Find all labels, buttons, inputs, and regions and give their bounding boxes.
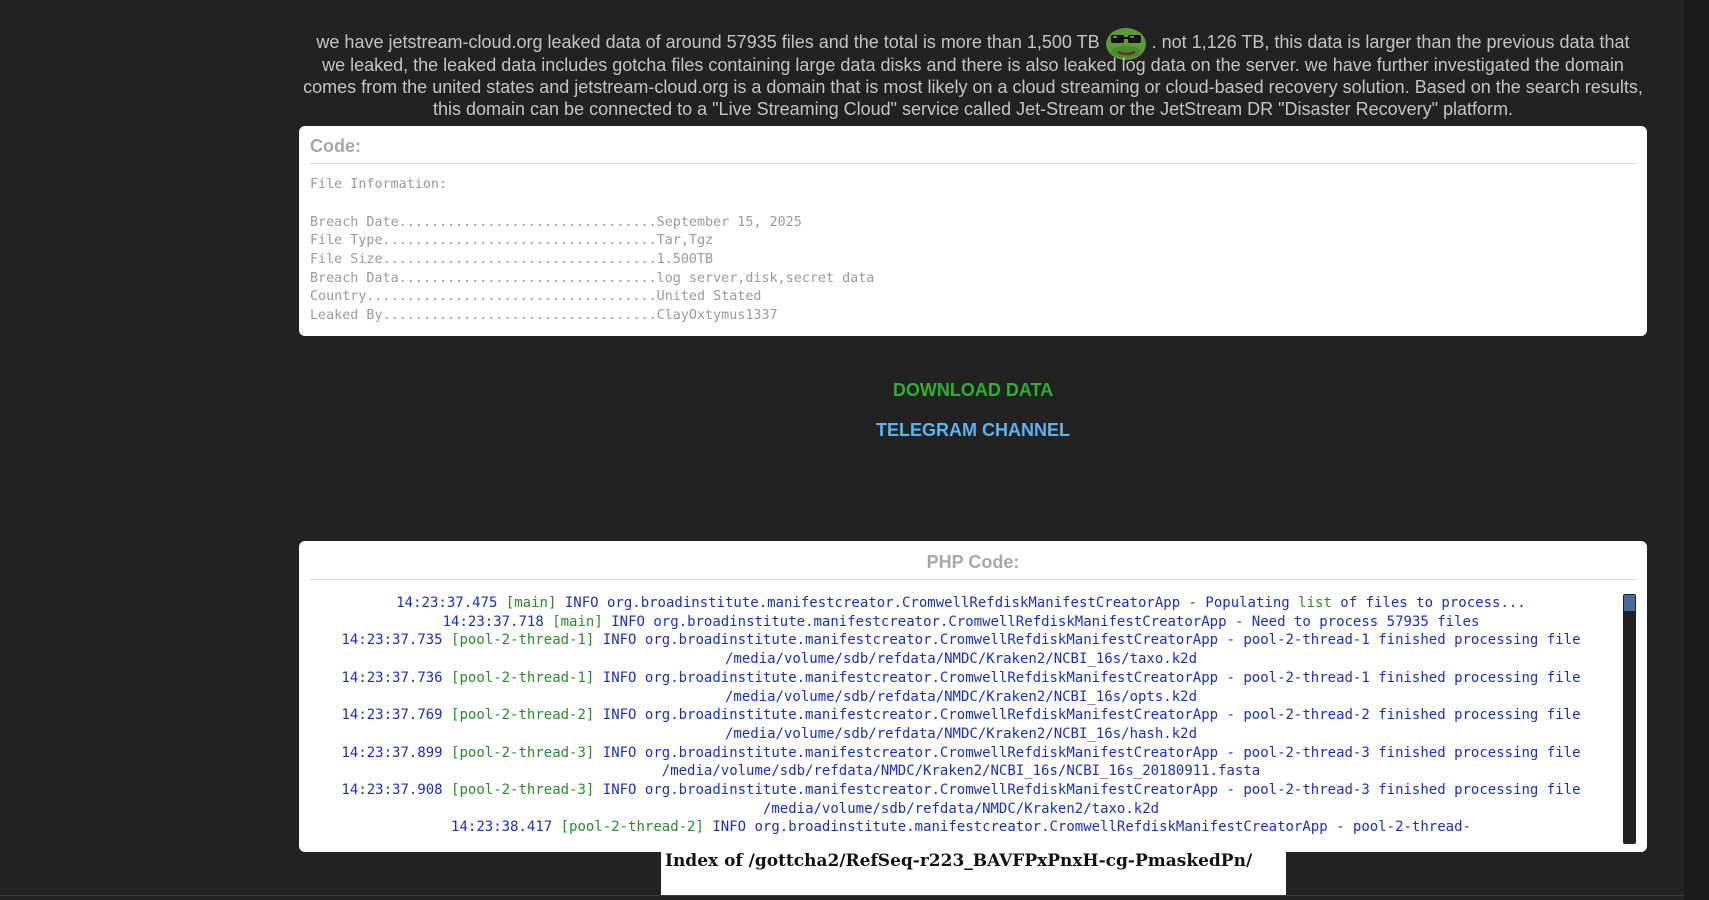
intro-paragraph: we have jetstream-cloud.org leaked data … bbox=[299, 0, 1647, 120]
log-thread: [pool-2-thread-2] bbox=[560, 819, 704, 836]
log-thread: [pool-2-thread-3] bbox=[451, 782, 595, 799]
log-message: INFO org.broadinstitute.manifestcreator.… bbox=[703, 819, 1471, 836]
log-line: 14:23:38.417 [pool-2-thread-2] INFO org.… bbox=[310, 818, 1612, 837]
log-message: INFO org.broadinstitute.manifestcreator.… bbox=[594, 669, 1581, 705]
file-info-label: Breach Date.............................… bbox=[310, 214, 657, 230]
log-message: INFO org.broadinstitute.manifestcreator.… bbox=[602, 613, 1480, 630]
log-line: 14:23:37.899 [pool-2-thread-3] INFO org.… bbox=[310, 744, 1612, 781]
log-timestamp: 14:23:37.475 bbox=[396, 595, 506, 611]
log-message: INFO org.broadinstitute.manifestcreator.… bbox=[594, 632, 1581, 668]
log-message: INFO org.broadinstitute.manifestcreator.… bbox=[594, 782, 1581, 817]
log-timestamp: 14:23:37.735 bbox=[341, 632, 452, 649]
log-line: 14:23:37.908 [pool-2-thread-3] INFO org.… bbox=[310, 781, 1612, 818]
file-info-label: File Size...............................… bbox=[310, 252, 657, 268]
file-info-heading: File Information: bbox=[310, 177, 448, 193]
file-info-value: United Stated bbox=[656, 289, 762, 305]
file-info-label: Leaked By...............................… bbox=[310, 308, 657, 324]
file-info-value: September 15, 2025 bbox=[656, 214, 802, 230]
log-scroll-thumb[interactable] bbox=[1624, 595, 1635, 611]
log-timestamp: 14:23:37.908 bbox=[341, 782, 452, 799]
intro-text-part1: we have jetstream-cloud.org leaked data … bbox=[316, 32, 1100, 52]
log-viewport[interactable]: 14:23:37.475 [main] INFO org.broadinstit… bbox=[310, 594, 1636, 852]
log-message: INFO org.broadinstitute.manifestcreator.… bbox=[594, 744, 1581, 780]
log-thread: [main] bbox=[552, 613, 603, 630]
log-thread: [pool-2-thread-1] bbox=[451, 632, 595, 649]
code-box-title: Code: bbox=[310, 136, 1636, 165]
log-thread: [pool-2-thread-1] bbox=[451, 669, 595, 686]
download-data-link[interactable]: DOWNLOAD DATA bbox=[893, 380, 1053, 401]
log-line: 14:23:37.718 [main] INFO org.broadinstit… bbox=[310, 613, 1612, 632]
file-info-row: File Type...............................… bbox=[310, 233, 713, 248]
log-line: 14:23:37.735 [pool-2-thread-1] INFO org.… bbox=[310, 631, 1612, 668]
file-info-value: Tar,Tgz bbox=[656, 233, 714, 249]
code-box: Code: File Information: Breach Date.....… bbox=[299, 126, 1647, 336]
file-info-label: Country.................................… bbox=[310, 289, 657, 305]
log-keyword: list bbox=[1298, 595, 1332, 611]
php-code-box: PHP Code: 14:23:37.475 [main] INFO org.b… bbox=[299, 541, 1647, 852]
file-info-row: Breach Date.............................… bbox=[310, 215, 802, 230]
log-timestamp: 14:23:37.899 bbox=[341, 744, 452, 761]
log-thread: [pool-2-thread-3] bbox=[451, 744, 595, 761]
log-timestamp: 14:23:38.417 bbox=[451, 819, 561, 836]
log-scrollbar[interactable] bbox=[1623, 594, 1636, 844]
php-code-title: PHP Code: bbox=[310, 552, 1636, 580]
file-info-row: File Size...............................… bbox=[310, 252, 713, 267]
log-line: 14:23:37.736 [pool-2-thread-1] INFO org.… bbox=[310, 669, 1612, 706]
log-message: INFO org.broadinstitute.manifestcreator.… bbox=[556, 595, 1299, 611]
log-timestamp: 14:23:37.769 bbox=[341, 707, 452, 724]
directory-index-title: Index of /gottcha2/RefSeq-r223_BAVFPxPnx… bbox=[661, 852, 1286, 895]
log-thread: [pool-2-thread-2] bbox=[451, 707, 595, 724]
file-info-label: Breach Data.............................… bbox=[310, 270, 657, 286]
log-line: 14:23:37.475 [main] INFO org.broadinstit… bbox=[310, 594, 1612, 613]
bottom-divider bbox=[0, 895, 1684, 896]
page-edge-strip bbox=[1684, 0, 1709, 900]
log-timestamp: 14:23:37.718 bbox=[442, 613, 553, 630]
log-thread: [main] bbox=[505, 595, 557, 611]
log-timestamp: 14:23:37.736 bbox=[341, 669, 452, 686]
file-info-rows: Breach Date.............................… bbox=[310, 215, 874, 324]
file-info-value: 1.500TB bbox=[656, 252, 714, 268]
log-message-tail: of files to process... bbox=[1331, 595, 1526, 611]
file-info-row: Breach Data.............................… bbox=[310, 271, 874, 286]
telegram-channel-link[interactable]: TELEGRAM CHANNEL bbox=[876, 420, 1070, 441]
log-output: 14:23:37.475 [main] INFO org.broadinstit… bbox=[310, 594, 1636, 837]
file-info-label: File Type...............................… bbox=[310, 233, 657, 249]
log-line: 14:23:37.769 [pool-2-thread-2] INFO org.… bbox=[310, 706, 1612, 743]
file-info-block[interactable]: File Information: Breach Date...........… bbox=[310, 176, 1636, 326]
log-message: INFO org.broadinstitute.manifestcreator.… bbox=[594, 707, 1581, 742]
file-info-row: Leaked By...............................… bbox=[310, 308, 778, 323]
file-info-row: Country.................................… bbox=[310, 289, 761, 304]
post-content: we have jetstream-cloud.org leaked data … bbox=[299, 0, 1647, 852]
file-info-value: log server,disk,secret data bbox=[656, 270, 875, 286]
file-info-value: ClayOxtymus1337 bbox=[656, 308, 778, 324]
